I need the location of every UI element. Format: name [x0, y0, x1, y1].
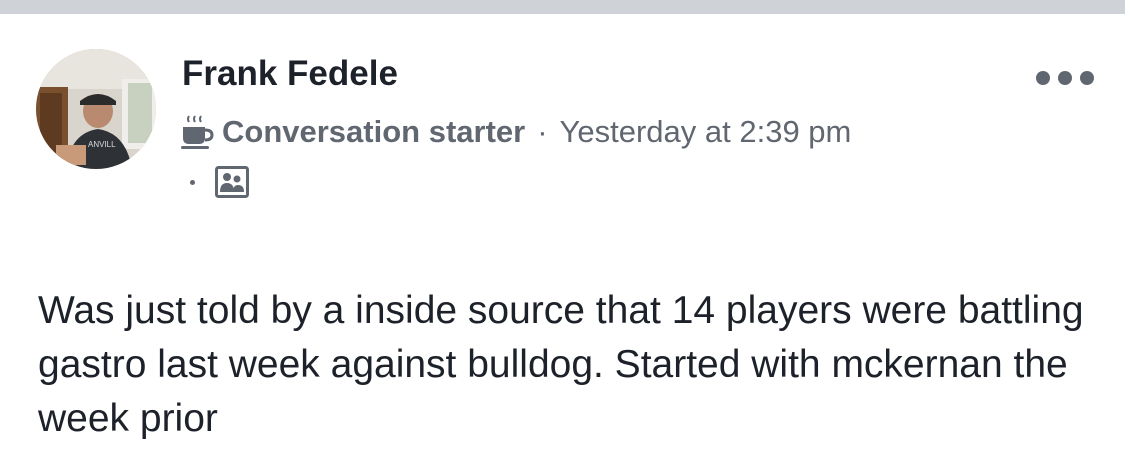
timestamp[interactable]: Yesterday at 2:39 pm: [560, 114, 852, 150]
more-options-icon: [1036, 71, 1050, 85]
post-text: Was just told by a inside source that 14…: [38, 289, 1084, 440]
post-meta: Conversation starter · Yesterday at 2:39…: [180, 110, 851, 154]
more-options-dot: [1080, 71, 1094, 85]
more-options-button[interactable]: [1036, 66, 1094, 90]
avatar-photo: ANVILL: [36, 49, 156, 169]
post-card: ANVILL Frank Fedele Conversation starter…: [0, 14, 1125, 475]
svg-text:ANVILL: ANVILL: [88, 140, 116, 149]
audience-separator: [190, 179, 195, 185]
meta-separator: ·: [537, 114, 548, 149]
feed-divider: [0, 0, 1125, 14]
author-name[interactable]: Frank Fedele: [182, 54, 398, 94]
group-icon[interactable]: [215, 166, 249, 198]
coffee-cup-icon: [180, 114, 214, 150]
avatar[interactable]: ANVILL: [36, 49, 156, 169]
audience-row: [190, 162, 249, 202]
more-options-dot: [1058, 71, 1072, 85]
badge-label[interactable]: Conversation starter: [222, 114, 525, 150]
